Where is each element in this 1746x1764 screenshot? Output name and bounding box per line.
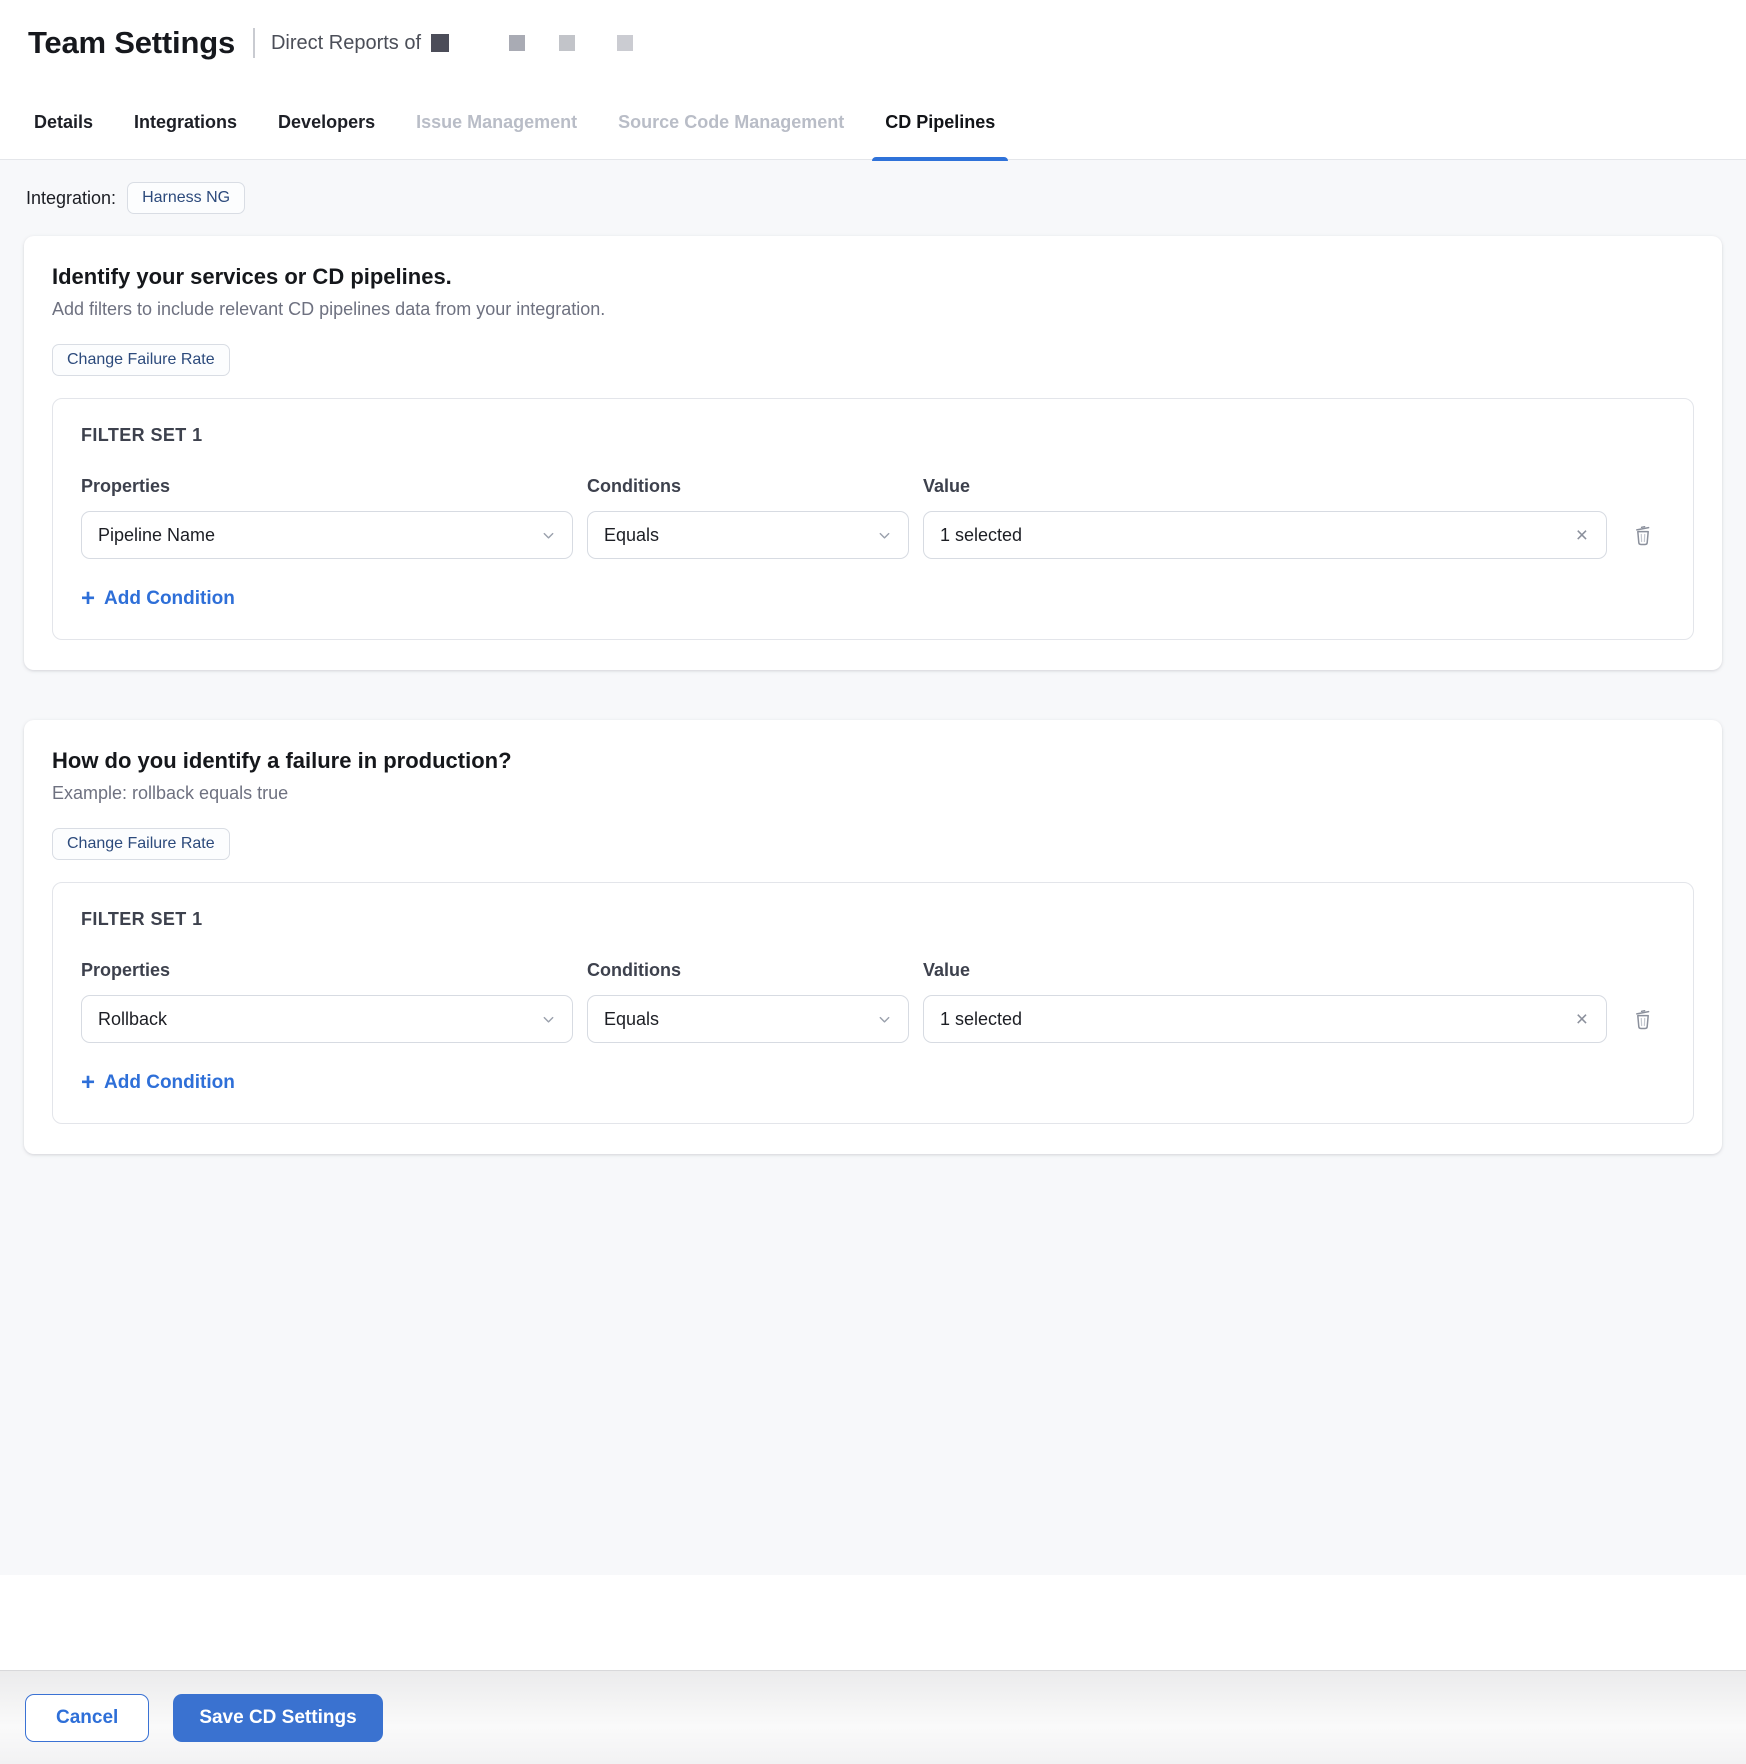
tab-integrations[interactable]: Integrations <box>121 86 250 160</box>
header-subtitle: Direct Reports of <box>270 31 422 54</box>
property-select[interactable]: Pipeline Name <box>81 511 573 559</box>
conditions-column-label: Conditions <box>587 960 681 980</box>
cancel-button[interactable]: Cancel <box>25 1693 150 1742</box>
filter-grid-row: Rollback Equals 1 selected × <box>81 995 1665 1043</box>
clear-value-icon[interactable]: × <box>1574 525 1590 546</box>
delete-filter-button[interactable] <box>1621 511 1665 559</box>
integration-row: Integration: Harness NG <box>26 182 1746 214</box>
conditions-column-label: Conditions <box>587 476 681 496</box>
title-divider <box>252 28 255 58</box>
properties-column-label: Properties <box>81 960 171 980</box>
metric-chip-change-failure-rate[interactable]: Change Failure Rate <box>52 828 230 860</box>
trash-icon <box>1636 1009 1650 1030</box>
condition-select[interactable]: Equals <box>587 995 909 1043</box>
metric-chip-change-failure-rate[interactable]: Change Failure Rate <box>52 344 230 376</box>
condition-select-value: Equals <box>604 524 660 545</box>
plus-icon: + <box>81 585 96 612</box>
value-select[interactable]: 1 selected × <box>923 511 1607 559</box>
integration-chip[interactable]: Harness NG <box>127 182 246 214</box>
tab-cd-pipelines[interactable]: CD Pipelines <box>872 86 1009 161</box>
add-condition-label: Add Condition <box>104 588 235 609</box>
property-select-value: Pipeline Name <box>98 524 216 545</box>
card-subtitle: Example: rollback equals true <box>52 783 289 803</box>
value-column-label: Value <box>923 476 971 496</box>
delete-filter-button[interactable] <box>1621 995 1665 1043</box>
content-bottom-spacer <box>0 1575 1746 1670</box>
card-title: How do you identify a failure in product… <box>52 748 512 773</box>
filter-grid-labels: Properties Conditions Value <box>81 960 1665 995</box>
value-column-label: Value <box>923 960 971 980</box>
failure-identification-card: How do you identify a failure in product… <box>24 720 1722 1154</box>
add-condition-button[interactable]: + Add Condition <box>81 587 235 611</box>
add-condition-button[interactable]: + Add Condition <box>81 1071 235 1095</box>
redacted-block <box>431 34 450 52</box>
property-select[interactable]: Rollback <box>81 995 573 1043</box>
value-select-value: 1 selected <box>940 1008 1023 1029</box>
tab-source-code-management: Source Code Management <box>618 112 845 132</box>
plus-icon: + <box>81 1069 96 1096</box>
tab-issue-management: Issue Management <box>416 112 578 132</box>
cd-pipelines-card: Identify your services or CD pipelines. … <box>24 236 1722 670</box>
redacted-block <box>559 35 576 51</box>
card-title: Identify your services or CD pipelines. <box>52 264 452 289</box>
chevron-down-icon <box>879 1016 890 1023</box>
chevron-down-icon <box>543 1016 554 1023</box>
main-content: Integration: Harness NG Identify your se… <box>0 160 1746 1575</box>
properties-column-label: Properties <box>81 476 171 496</box>
condition-select[interactable]: Equals <box>587 511 909 559</box>
value-select[interactable]: 1 selected × <box>923 995 1607 1043</box>
filter-grid-labels: Properties Conditions Value <box>81 476 1665 511</box>
footer-action-bar: Cancel Save CD Settings <box>0 1670 1746 1764</box>
redacted-block <box>617 35 634 51</box>
card-subtitle: Add filters to include relevant CD pipel… <box>52 299 606 319</box>
trash-icon <box>1636 525 1650 546</box>
filter-set: FILTER SET 1 Properties Conditions Value… <box>52 882 1694 1124</box>
page-header: Team Settings Direct Reports of <box>0 0 1746 86</box>
filter-set: FILTER SET 1 Properties Conditions Value… <box>52 398 1694 640</box>
value-select-value: 1 selected <box>940 524 1023 545</box>
save-cd-settings-button[interactable]: Save CD Settings <box>173 1693 383 1742</box>
clear-value-icon[interactable]: × <box>1574 1009 1590 1030</box>
page-title: Team Settings <box>28 25 235 60</box>
filter-set-title: FILTER SET 1 <box>81 425 203 445</box>
condition-select-value: Equals <box>604 1008 660 1029</box>
filter-grid-row: Pipeline Name Equals 1 selected × <box>81 511 1665 559</box>
chevron-down-icon <box>879 532 890 539</box>
filter-set-title: FILTER SET 1 <box>81 909 203 929</box>
redacted-block <box>509 35 526 51</box>
tab-bar: Details Integrations Developers Issue Ma… <box>0 86 1746 161</box>
integration-label: Integration: <box>26 187 117 208</box>
add-condition-label: Add Condition <box>104 1072 235 1093</box>
tab-details[interactable]: Details <box>21 86 106 160</box>
property-select-value: Rollback <box>98 1008 168 1029</box>
chevron-down-icon <box>543 532 554 539</box>
tab-developers[interactable]: Developers <box>265 86 388 160</box>
